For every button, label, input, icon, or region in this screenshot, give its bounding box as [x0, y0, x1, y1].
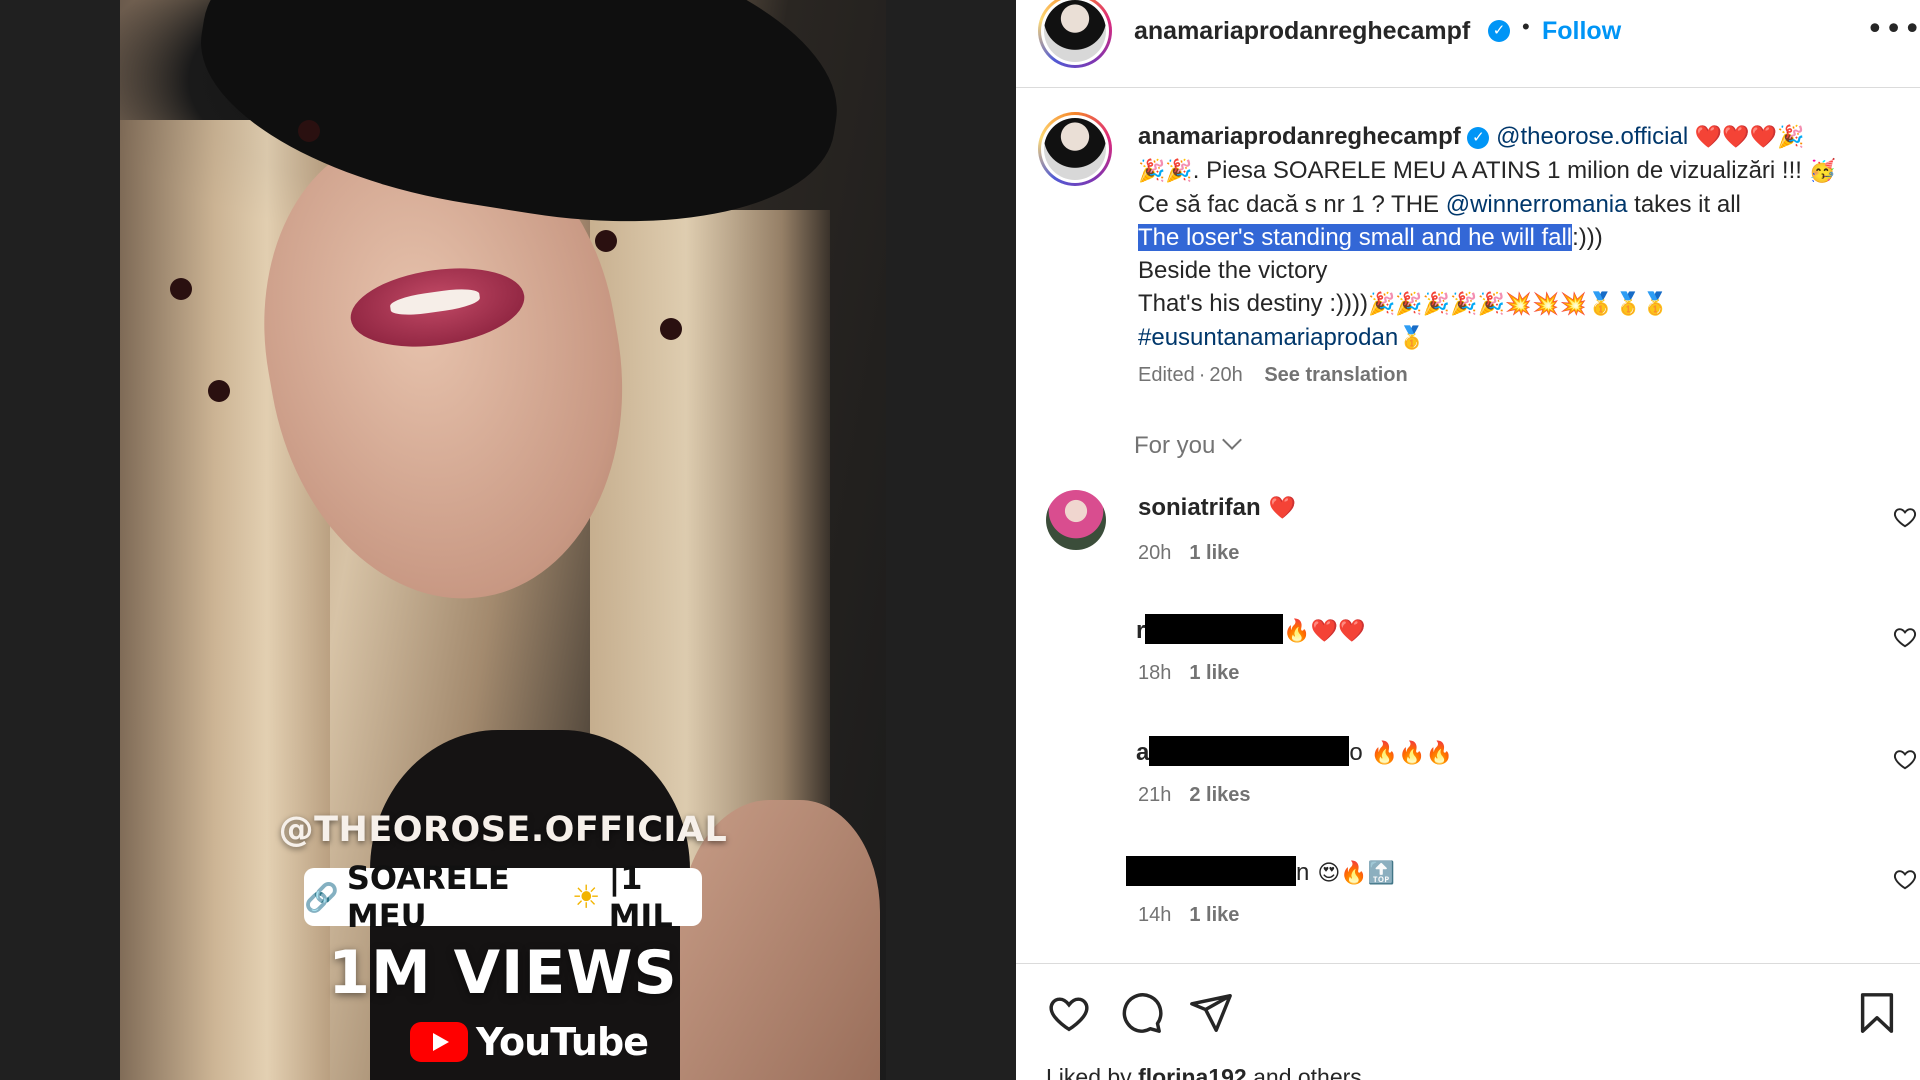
comment-likes[interactable]: 1 like	[1189, 542, 1239, 564]
veil-dot	[595, 230, 617, 252]
commenter-username-suffix: o	[1349, 739, 1363, 766]
follow-button[interactable]: Follow	[1542, 17, 1621, 46]
comment-likes[interactable]: 1 like	[1189, 662, 1239, 684]
post-time: 20h	[1209, 364, 1243, 386]
comment-text: 😍🔥🔝	[1317, 861, 1396, 886]
hashtag-link[interactable]: #eusuntanamariaprodan	[1138, 324, 1398, 351]
comment-like-heart-icon[interactable]	[1892, 504, 1918, 530]
caption-username[interactable]: anamariaprodanreghecampf	[1138, 123, 1461, 150]
caption-line: :)))	[1572, 224, 1603, 251]
mention-link[interactable]: @winnerromania	[1446, 191, 1628, 218]
post-side-panel: anamariaprodanreghecampf ✓ • Follow ••• …	[1016, 0, 1920, 1080]
commenter-username-suffix: n	[1296, 859, 1310, 886]
comment-likes[interactable]: 2 likes	[1189, 784, 1250, 806]
verified-badge-icon: ✓	[1467, 127, 1490, 149]
heart-icon[interactable]	[1046, 990, 1092, 1036]
caption-emoji: 🥳	[1808, 159, 1836, 184]
post-action-bar: Liked by florina192 and others	[1016, 963, 1920, 1080]
veil-dot	[660, 318, 682, 340]
more-options-icon[interactable]: •••	[1866, 12, 1920, 47]
link-icon: 🔗	[304, 880, 339, 914]
redaction-bar	[1126, 856, 1296, 886]
comment-like-heart-icon[interactable]	[1892, 866, 1918, 892]
commenter-avatar[interactable]	[1046, 490, 1106, 550]
youtube-wordmark: YouTube	[476, 1020, 649, 1064]
caption-emoji: 🎉🎉	[1138, 159, 1193, 184]
caption-line: . Piesa SOARELE MEU A ATINS 1 milion de …	[1192, 157, 1809, 184]
caption-emoji: 🎉🎉🎉🎉🎉💥💥💥🥇🥇🥇	[1367, 292, 1670, 317]
commenter-username[interactable]: a	[1136, 739, 1149, 766]
commenter-username[interactable]: soniatrifan	[1138, 494, 1261, 521]
selected-text[interactable]: The loser's standing small and he will f…	[1138, 224, 1573, 251]
youtube-logo: YouTube	[410, 1020, 649, 1064]
liked-by-others[interactable]: and others	[1247, 1064, 1362, 1080]
comment-item: n 😍🔥🔝 14h 1 like	[1016, 852, 1920, 962]
youtube-play-icon	[410, 1022, 468, 1062]
overlay-views-text: 1M VIEWS	[328, 938, 678, 1008]
comment-text: 🔥🔥🔥	[1370, 741, 1453, 766]
chevron-down-icon	[1222, 430, 1243, 450]
caption-author-avatar[interactable]	[1038, 112, 1112, 186]
overlay-song-title: SOARELE MEU	[346, 859, 510, 935]
comment-time: 18h	[1138, 662, 1172, 684]
send-icon[interactable]	[1188, 990, 1234, 1036]
overlay-song-count: |1 MIL	[608, 859, 673, 935]
veil-dot	[208, 380, 230, 402]
comment-time: 14h	[1138, 904, 1172, 926]
caption-emoji: 🥇	[1398, 326, 1426, 351]
comment-text: 🔥❤️❤️	[1283, 619, 1366, 644]
post-media[interactable]: @THEOROSE.OFFICIAL 🔗 SOARELE MEU ☀ |1 MI…	[0, 0, 1016, 1080]
edited-label: Edited	[1138, 364, 1195, 386]
caption-text: anamariaprodanreghecampf ✓ @theorose.off…	[1138, 120, 1898, 355]
liked-by-prefix: Liked by	[1046, 1064, 1139, 1080]
comment-text: ❤️	[1268, 496, 1297, 521]
comment-item: soniatrifan ❤️ 20h 1 like	[1016, 490, 1920, 600]
sun-emoji: ☀	[571, 878, 601, 916]
caption-line: Ce să fac dacă s nr 1 ? THE	[1138, 191, 1446, 218]
comment-icon[interactable]	[1118, 990, 1164, 1036]
commenter-username[interactable]: r	[1136, 617, 1145, 644]
liked-by-text: Liked by florina192 and others	[1046, 1064, 1362, 1080]
verified-badge-icon: ✓	[1488, 20, 1510, 42]
post-header: anamariaprodanreghecampf ✓ • Follow •••	[1016, 0, 1920, 88]
filter-label: For you	[1134, 432, 1216, 459]
author-avatar[interactable]	[1038, 0, 1112, 68]
mention-link[interactable]: @theorose.official	[1496, 123, 1688, 150]
caption-line: takes it all	[1627, 191, 1741, 218]
overlay-song-pill: 🔗 SOARELE MEU ☀ |1 MIL	[304, 859, 702, 935]
comment-likes[interactable]: 1 like	[1189, 904, 1239, 926]
comment-item: r 🔥❤️❤️ 18h 1 like	[1016, 610, 1920, 720]
overlay-handle-text: @THEOROSE.OFFICIAL	[278, 810, 728, 850]
caption-meta: Edited · 20h See translation	[1138, 364, 1408, 386]
see-translation-link[interactable]: See translation	[1264, 364, 1407, 386]
caption-line: Beside the victory	[1138, 257, 1328, 284]
veil-dot	[298, 120, 320, 142]
comment-like-heart-icon[interactable]	[1892, 746, 1918, 772]
caption-line: That's his destiny :))))	[1138, 290, 1368, 317]
liked-by-user[interactable]: florina192	[1138, 1064, 1247, 1080]
bookmark-icon[interactable]	[1854, 990, 1900, 1036]
comment-like-heart-icon[interactable]	[1892, 624, 1918, 650]
comment-time: 21h	[1138, 784, 1172, 806]
redaction-bar	[1145, 614, 1284, 644]
comment-filter-dropdown[interactable]: For you	[1134, 430, 1243, 460]
comment-time: 20h	[1138, 542, 1172, 564]
redaction-bar	[1149, 736, 1350, 766]
separator-dot: •	[1522, 14, 1530, 39]
author-username[interactable]: anamariaprodanreghecampf	[1134, 17, 1470, 46]
caption-emoji: ❤️❤️❤️🎉	[1694, 125, 1805, 150]
veil-dot	[170, 278, 192, 300]
comment-item: a o 🔥🔥🔥 21h 2 likes	[1016, 732, 1920, 842]
